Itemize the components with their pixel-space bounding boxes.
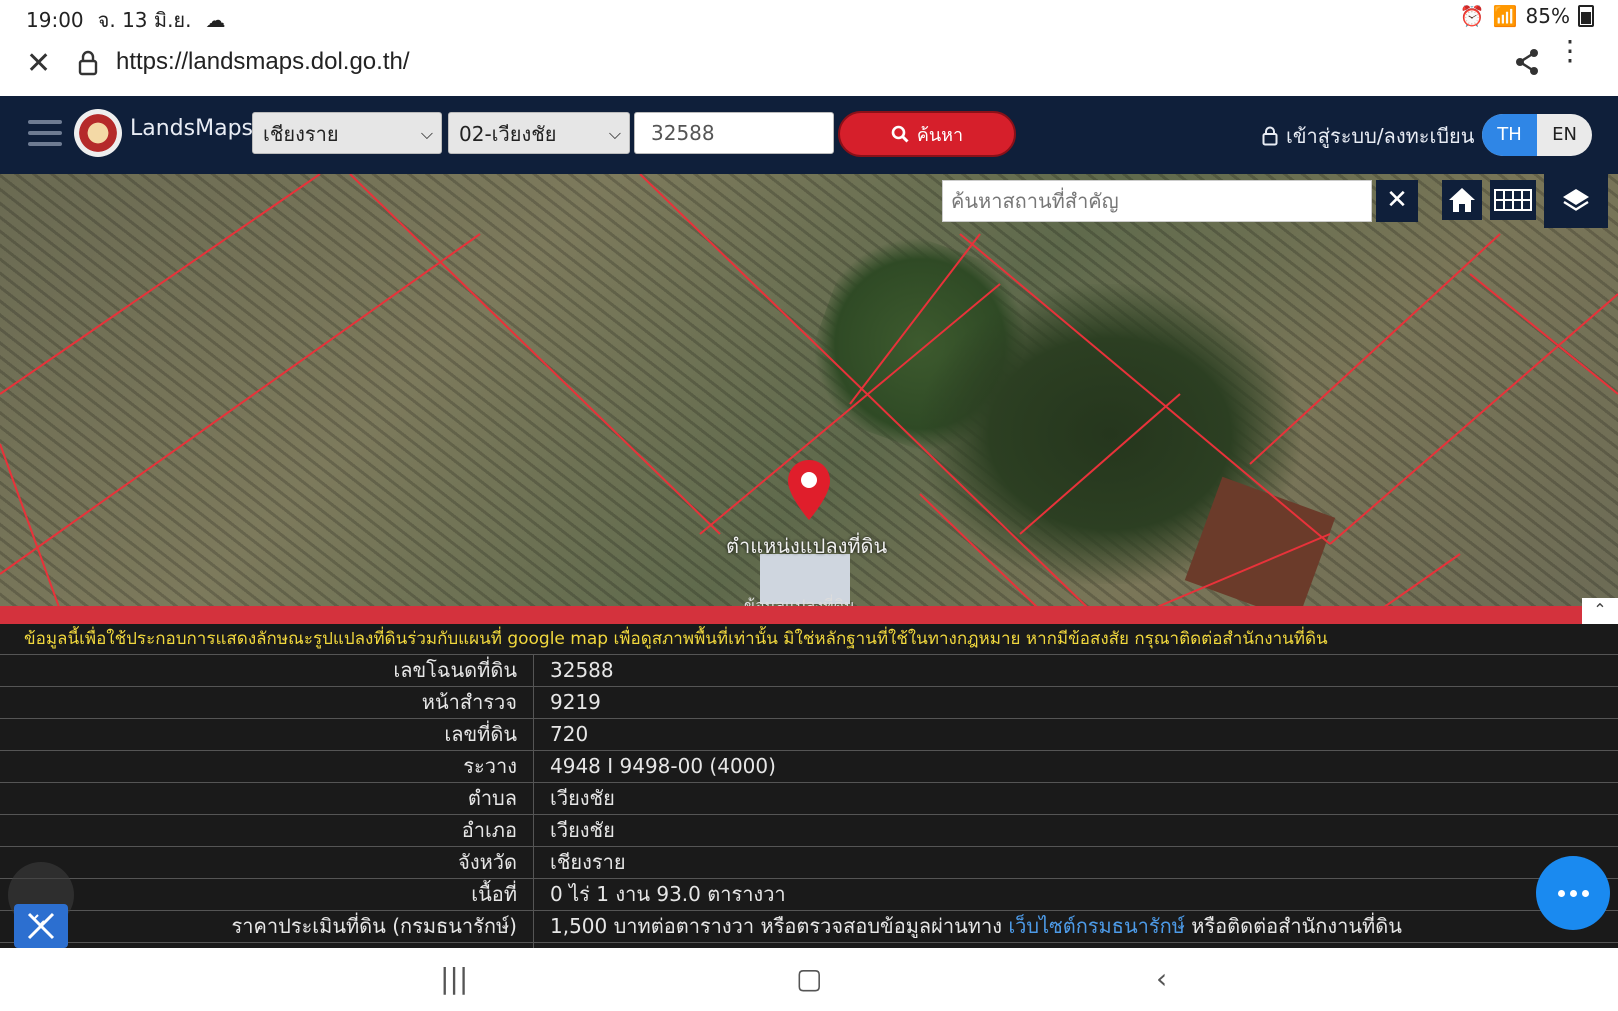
search-button[interactable]: ค้นหา bbox=[838, 111, 1016, 157]
dot bbox=[1569, 889, 1577, 897]
pin-label: ตำแหน่งแปลงที่ดิน bbox=[726, 534, 888, 558]
lang-th-button[interactable]: TH bbox=[1482, 114, 1537, 156]
alarm-icon: ⏰ bbox=[1459, 4, 1485, 28]
info-panel-header bbox=[0, 606, 1582, 624]
system-nav-bar: ||| ▢ ‹ bbox=[0, 948, 1618, 1011]
wifi-icon: 📶 bbox=[1492, 4, 1518, 28]
table-row: เลขที่ดิน 720 bbox=[0, 719, 1618, 751]
table-row: เลขโฉนดที่ดิน 32588 bbox=[0, 655, 1618, 687]
status-date: จ. 13 มิ.ย. bbox=[97, 8, 192, 32]
chevron-up-icon: ⌃ bbox=[1593, 600, 1607, 619]
row-label: อำเภอ bbox=[0, 815, 534, 846]
disclaimer-notice: ข้อมูลนี้เพื่อใช้ประกอบการแสดงลักษณะรูปแ… bbox=[0, 624, 1618, 655]
more-options-icon[interactable]: ⋮ bbox=[1556, 37, 1584, 65]
table-row: เนื้อที่ 0 ไร่ 1 งาน 93.0 ตารางวา bbox=[0, 879, 1618, 911]
status-time: 19:00 bbox=[26, 8, 84, 32]
dol-logo bbox=[74, 109, 122, 157]
layers-button[interactable] bbox=[1544, 174, 1608, 228]
login-label: เข้าสู่ระบบ/ลงทะเบียน bbox=[1286, 124, 1475, 148]
price-suffix: หรือติดต่อสำนักงานที่ดิน bbox=[1191, 914, 1402, 938]
lang-en-button[interactable]: EN bbox=[1537, 114, 1592, 156]
clear-search-button[interactable]: ✕ bbox=[1376, 180, 1418, 222]
place-search-input[interactable]: ค้นหาสถานที่สำคัญ bbox=[942, 180, 1372, 222]
chevron-down-icon: ⌵ bbox=[420, 124, 433, 143]
table-row-price: ราคาประเมินที่ดิน (กรมธนารักษ์) 1,500 บา… bbox=[0, 911, 1618, 943]
row-label: เลขโฉนดที่ดิน bbox=[0, 655, 534, 686]
table-row: ตำบล เวียงชัย bbox=[0, 783, 1618, 815]
row-value: 9219 bbox=[550, 690, 601, 714]
row-label: ตำบล bbox=[0, 783, 534, 814]
home-button[interactable] bbox=[1442, 180, 1482, 220]
row-label: เนื้อที่ bbox=[0, 879, 534, 910]
row-label: ระวาง bbox=[0, 751, 534, 782]
location-pin-icon[interactable] bbox=[786, 458, 832, 522]
price-prefix: 1,500 บาทต่อตารางวา หรือตรวจสอบข้อมูลผ่า… bbox=[550, 914, 1002, 938]
status-bar: 19:00 จ. 13 มิ.ย. ☁ ⏰ 📶 85% bbox=[0, 0, 1618, 34]
table-row: อำเภอ เวียงชัย bbox=[0, 815, 1618, 847]
language-toggle: TH EN bbox=[1482, 114, 1592, 156]
parcel-number-input[interactable]: 32588 bbox=[634, 112, 834, 154]
parcel-info-panel: ข้อมูลนี้เพื่อใช้ประกอบการแสดงลักษณะรูปแ… bbox=[0, 624, 1618, 956]
row-value: 0 ไร่ 1 งาน 93.0 ตารางวา bbox=[550, 882, 786, 906]
measure-tool-button[interactable] bbox=[14, 904, 68, 948]
share-icon[interactable] bbox=[1514, 48, 1540, 76]
dot bbox=[1581, 889, 1589, 897]
row-value: 4948 I 9498-00 (4000) bbox=[550, 754, 776, 778]
grid-button[interactable] bbox=[1490, 180, 1536, 220]
recent-apps-icon[interactable]: ||| bbox=[440, 962, 468, 995]
row-label: หน้าสำรวจ bbox=[0, 687, 534, 718]
province-select[interactable]: เชียงราย ⌵ bbox=[252, 112, 442, 154]
row-label: ราคาประเมินที่ดิน (กรมธนารักษ์) bbox=[0, 911, 534, 942]
close-icon: ✕ bbox=[1386, 185, 1408, 215]
row-value: 720 bbox=[550, 722, 589, 746]
treasury-link[interactable]: เว็บไซต์กรมธนารักษ์ bbox=[1008, 914, 1185, 938]
search-button-label: ค้นหา bbox=[916, 124, 964, 146]
province-value: เชียงราย bbox=[263, 122, 339, 146]
row-value: 1,500 บาทต่อตารางวา หรือตรวจสอบข้อมูลผ่า… bbox=[534, 911, 1402, 942]
chat-fab-button[interactable] bbox=[1536, 856, 1610, 930]
back-nav-icon[interactable]: ‹ bbox=[1156, 962, 1167, 995]
grid-icon bbox=[1494, 189, 1532, 211]
district-select[interactable]: 02-เวียงชัย ⌵ bbox=[448, 112, 630, 154]
url-text[interactable]: https://landsmaps.dol.go.th/ bbox=[116, 48, 410, 76]
row-label: จังหวัด bbox=[0, 847, 534, 878]
district-value: 02-เวียงชัย bbox=[459, 122, 557, 146]
close-tab-icon[interactable]: ✕ bbox=[26, 46, 51, 81]
menu-icon[interactable] bbox=[28, 120, 62, 153]
lock-icon bbox=[1262, 126, 1278, 146]
chevron-down-icon: ⌵ bbox=[608, 124, 621, 143]
dot bbox=[1557, 889, 1565, 897]
login-link[interactable]: เข้าสู่ระบบ/ลงทะเบียน bbox=[1262, 120, 1474, 152]
app-header: LandsMaps เชียงราย ⌵ 02-เวียงชัย ⌵ 32588… bbox=[0, 96, 1618, 174]
row-value: เชียงราย bbox=[550, 850, 626, 874]
battery-icon bbox=[1578, 5, 1594, 27]
browser-url-bar: ✕ https://landsmaps.dol.go.th/ ⋮ bbox=[0, 34, 1618, 96]
home-nav-icon[interactable]: ▢ bbox=[796, 962, 822, 995]
lock-icon bbox=[78, 50, 98, 76]
satellite-map[interactable]: ค้นหาสถานที่สำคัญ ✕ ตำแหน่งแปลงที่ดิน ข้… bbox=[0, 174, 1618, 610]
search-icon bbox=[891, 125, 909, 143]
brand-name: LandsMaps bbox=[130, 116, 253, 141]
battery-level: 85% bbox=[1525, 4, 1570, 28]
table-row: จังหวัด เชียงราย bbox=[0, 847, 1618, 879]
table-row: ระวาง 4948 I 9498-00 (4000) bbox=[0, 751, 1618, 783]
collapse-panel-button[interactable]: ⌃ bbox=[1582, 598, 1618, 624]
row-value: 32588 bbox=[550, 658, 614, 682]
row-label: เลขที่ดิน bbox=[0, 719, 534, 750]
home-icon bbox=[1449, 188, 1475, 212]
row-value: เวียงชัย bbox=[550, 786, 615, 810]
table-row: หน้าสำรวจ 9219 bbox=[0, 687, 1618, 719]
ruler-pencil-icon bbox=[27, 912, 55, 940]
layers-icon bbox=[1563, 189, 1589, 211]
row-value: เวียงชัย bbox=[550, 818, 615, 842]
weather-icon: ☁ bbox=[205, 8, 226, 32]
